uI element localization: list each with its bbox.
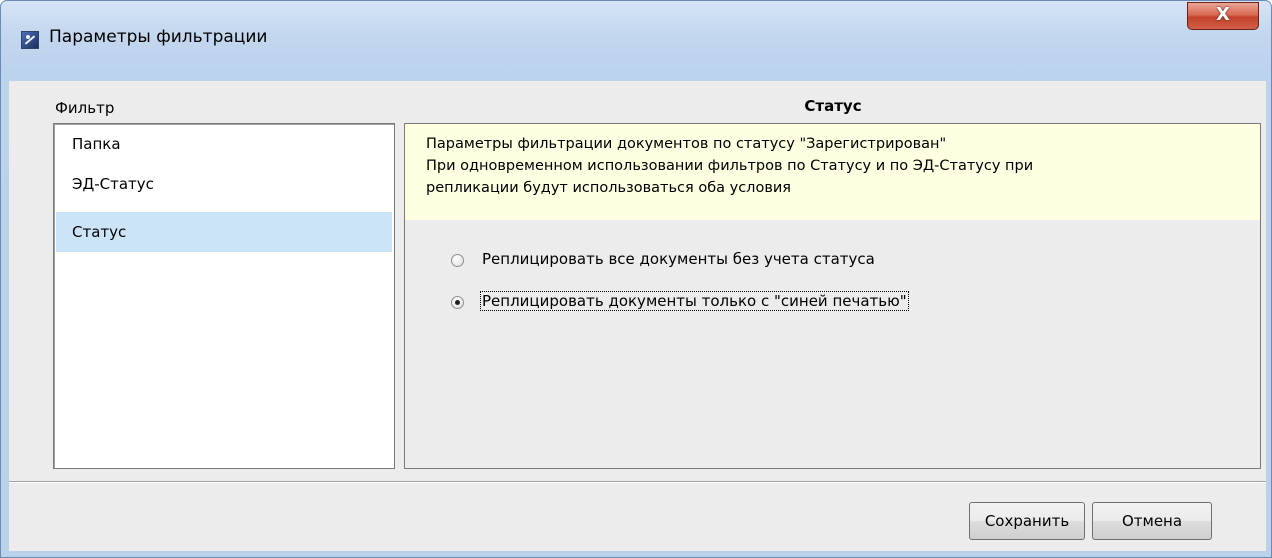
- filter-label: Фильтр: [55, 99, 115, 117]
- status-settings-panel: Параметры фильтрации документов по стату…: [404, 123, 1261, 469]
- cancel-button[interactable]: Отмена: [1092, 502, 1212, 540]
- info-line: При одновременном использовании фильтров…: [426, 158, 1034, 174]
- radio-replicate-all[interactable]: [451, 254, 464, 267]
- radio-replicate-blue-seal[interactable]: [451, 296, 464, 309]
- filter-item-status[interactable]: Статус: [56, 212, 392, 252]
- section-title: Статус: [804, 97, 862, 115]
- window-title: Параметры фильтрации: [49, 27, 268, 47]
- info-line: Параметры фильтрации документов по стату…: [426, 136, 947, 152]
- dialog-window: Параметры фильтрации X Фильтр Статус Пап…: [0, 0, 1272, 558]
- divider: [9, 481, 1266, 483]
- app-icon: [21, 31, 39, 49]
- title-bar[interactable]: Параметры фильтрации X: [1, 1, 1271, 81]
- close-icon: X: [1216, 4, 1230, 25]
- filter-item-ed-status[interactable]: ЭД-Статус: [56, 164, 392, 204]
- info-box: Параметры фильтрации документов по стату…: [405, 124, 1260, 220]
- close-button[interactable]: X: [1187, 2, 1259, 30]
- filter-list: Папка ЭД-Статус Статус: [53, 123, 395, 469]
- info-line: репликации будут использоваться оба усло…: [426, 180, 792, 196]
- filter-item-folder[interactable]: Папка: [56, 124, 392, 164]
- option-label[interactable]: Реплицировать все документы без учета ст…: [481, 250, 876, 268]
- save-button[interactable]: Сохранить: [969, 502, 1085, 540]
- dialog-body: Фильтр Статус Папка ЭД-Статус Статус Пар…: [9, 81, 1266, 551]
- option-label[interactable]: Реплицировать документы только с "синей …: [480, 291, 909, 311]
